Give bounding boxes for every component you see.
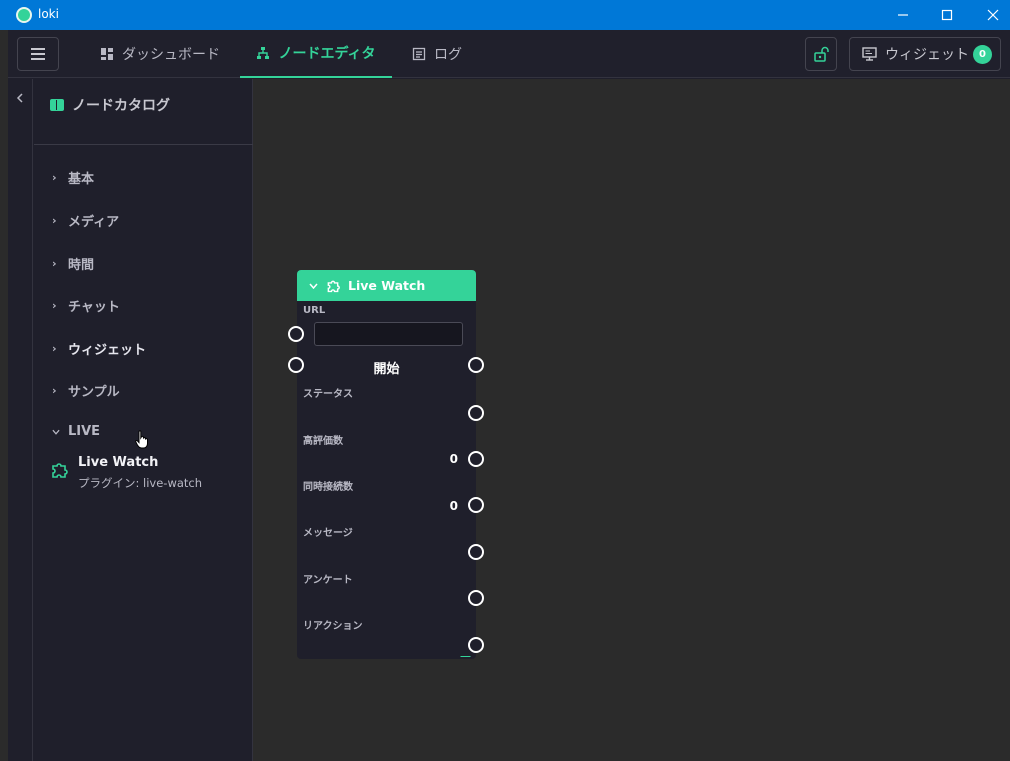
lock-toggle-button[interactable] (805, 37, 837, 71)
unlock-icon (814, 46, 829, 62)
app-root: ダッシュボード ノードエディタ ログ ウィジェット 0 ノードカタログ › 基本… (8, 30, 1010, 761)
close-button[interactable] (970, 0, 1010, 30)
hamburger-icon (31, 53, 45, 55)
catalog-header: ノードカタログ (50, 95, 170, 115)
likes-value: 0 (449, 452, 458, 466)
maximize-button[interactable] (924, 0, 970, 30)
start-output-port[interactable] (468, 357, 484, 373)
chevron-down-icon[interactable] (309, 283, 318, 289)
node-catalog-sidebar: ノードカタログ › 基本 › メディア › 時間 › チャット › ウィジェット… (34, 79, 253, 761)
tab-log-label: ログ (434, 47, 462, 63)
chevron-down-icon (52, 429, 60, 435)
url-input[interactable] (314, 322, 463, 346)
start-label: 開始 (373, 362, 400, 377)
viewers-value: 0 (449, 499, 458, 513)
window-title: loki (38, 7, 59, 21)
tab-node-editor-label: ノードエディタ (278, 46, 376, 62)
close-icon (987, 9, 999, 21)
hand-cursor-icon (135, 430, 148, 449)
chevron-right-icon: › (52, 257, 57, 270)
category-chat[interactable]: › チャット (52, 296, 120, 315)
catalog-title: ノードカタログ (72, 98, 170, 114)
category-label: LIVE (68, 424, 101, 439)
category-label: 時間 (68, 258, 95, 273)
url-input-port[interactable] (288, 326, 304, 342)
category-sample[interactable]: › サンプル (52, 381, 120, 400)
divider (34, 144, 253, 145)
survey-output-port[interactable] (468, 590, 484, 606)
window-titlebar: loki (0, 0, 1010, 30)
top-navbar: ダッシュボード ノードエディタ ログ ウィジェット 0 (8, 30, 1010, 78)
chevron-right-icon: › (52, 171, 57, 184)
tab-node-editor[interactable]: ノードエディタ (240, 30, 392, 78)
category-live[interactable]: LIVE (52, 424, 100, 439)
widget-button[interactable]: ウィジェット 0 (849, 37, 1001, 71)
widget-button-label: ウィジェット (885, 47, 969, 63)
category-label: メディア (68, 215, 120, 230)
category-widget[interactable]: › ウィジェット (52, 339, 146, 358)
monitor-icon (862, 47, 877, 61)
puzzle-icon (52, 463, 68, 478)
chevron-right-icon: › (52, 299, 57, 312)
reaction-label: リアクション (303, 621, 363, 632)
puzzle-icon (327, 280, 340, 292)
node-title: Live Watch (348, 278, 426, 293)
widget-count-badge: 0 (973, 45, 992, 64)
chevron-right-icon: › (52, 342, 57, 355)
category-label: 基本 (68, 172, 95, 187)
category-time[interactable]: › 時間 (52, 254, 94, 273)
maximize-icon (941, 9, 953, 21)
sitemap-icon (257, 47, 270, 59)
status-output-port[interactable] (468, 405, 484, 421)
node-resize-handle[interactable] (460, 651, 476, 657)
log-icon (412, 47, 426, 61)
minimize-button[interactable] (880, 0, 926, 30)
tab-dashboard-label: ダッシュボード (122, 47, 220, 63)
message-label: メッセージ (303, 528, 353, 539)
catalog-node-subtitle: プラグイン: live-watch (78, 476, 203, 490)
live-watch-node[interactable]: Live Watch URL 開始 ステータス 高評価数 0 同時接続数 0 メ… (288, 270, 484, 659)
category-basic[interactable]: › 基本 (52, 168, 94, 187)
menu-button[interactable] (17, 37, 59, 71)
status-label: ステータス (303, 389, 353, 400)
likes-output-port[interactable] (468, 451, 484, 467)
catalog-node-name: Live Watch (78, 455, 159, 470)
category-label: チャット (68, 300, 120, 315)
loki-logo-icon (16, 7, 32, 23)
sidebar-rail (8, 79, 33, 761)
category-label: ウィジェット (68, 343, 147, 358)
category-media[interactable]: › メディア (52, 211, 119, 230)
book-icon (50, 99, 64, 111)
category-label: サンプル (68, 385, 120, 400)
node-header[interactable]: Live Watch (297, 270, 476, 301)
message-output-port[interactable] (468, 544, 484, 560)
viewers-label: 同時接続数 (303, 482, 353, 493)
minimize-icon (898, 14, 908, 16)
viewers-output-port[interactable] (468, 497, 484, 513)
survey-label: アンケート (303, 575, 353, 586)
tab-dashboard[interactable]: ダッシュボード (100, 30, 220, 78)
tab-log[interactable]: ログ (412, 30, 462, 78)
chevron-left-icon[interactable] (16, 93, 24, 103)
url-label: URL (303, 305, 326, 316)
dashboard-icon (101, 48, 113, 60)
chevron-right-icon: › (52, 384, 57, 397)
chevron-right-icon: › (52, 214, 57, 227)
likes-label: 高評価数 (303, 436, 343, 447)
